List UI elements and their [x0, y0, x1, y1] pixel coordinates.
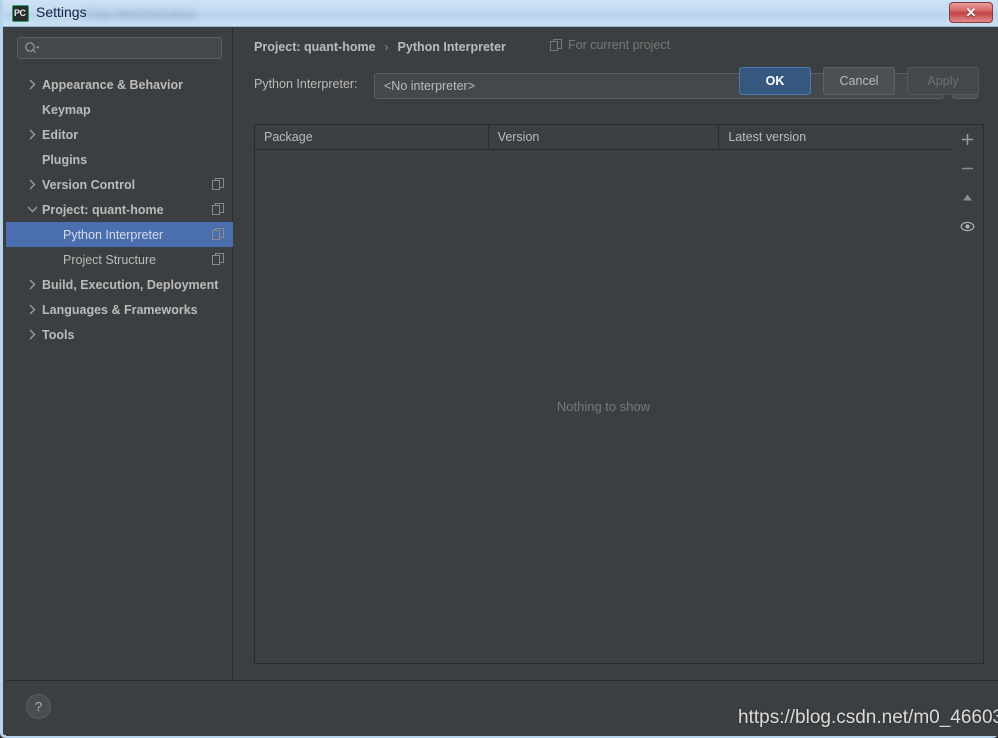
chevron-right-icon[interactable]: [26, 297, 38, 322]
column-header[interactable]: Package: [255, 125, 489, 149]
sidebar-item-label: Project: quant-home: [42, 202, 164, 217]
packages-table: Package Version Latest version Nothing to …: [254, 124, 984, 664]
arrow-up-icon: [963, 194, 972, 201]
upgrade-package-button[interactable]: [952, 183, 983, 212]
cancel-button[interactable]: Cancel: [823, 67, 895, 95]
module-badge-icon: [212, 228, 224, 240]
packages-table-header: Package Version Latest version: [255, 125, 952, 150]
module-badge-icon: [212, 253, 224, 265]
sidebar-item-version-control[interactable]: Version Control: [6, 172, 233, 197]
sidebar-item-plugins[interactable]: Plugins: [6, 147, 233, 172]
add-package-button[interactable]: [952, 125, 983, 154]
interpreter-label: Python Interpreter:: [254, 77, 358, 91]
chevron-right-icon[interactable]: [26, 172, 38, 197]
minus-icon: [962, 167, 973, 170]
sidebar-item-python-interpreter[interactable]: Python Interpreter: [6, 222, 233, 247]
interpreter-selected-value: <No interpreter>: [384, 79, 476, 93]
sidebar-item-appearance-behavior[interactable]: Appearance & Behavior: [6, 72, 233, 97]
pycharm-icon: PC: [12, 5, 29, 22]
sidebar-item-tools[interactable]: Tools: [6, 322, 233, 347]
module-scope-icon: [550, 39, 562, 51]
eye-icon: [960, 221, 975, 232]
plus-icon: [962, 134, 973, 145]
show-early-releases-button[interactable]: [952, 212, 983, 241]
sidebar-item-label: Project Structure: [63, 252, 157, 267]
sidebar-item-languages-frameworks[interactable]: Languages & Frameworks: [6, 297, 233, 322]
settings-dialog: PC Settings Chai Administration ✕ Appear…: [0, 0, 998, 738]
close-icon: ✕: [965, 5, 977, 20]
dialog-body: Appearance & Behavior Keymap Editor Plugins…: [6, 27, 998, 736]
module-badge-icon: [212, 203, 224, 215]
sidebar-item-editor[interactable]: Editor: [6, 122, 233, 147]
sidebar-item-build-execution-deployment[interactable]: Build, Execution, Deployment: [6, 272, 233, 297]
chevron-right-icon[interactable]: [26, 322, 38, 347]
window-titlebar: PC Settings Chai Administration ✕: [3, 0, 998, 27]
breadcrumb-separator-icon: ›: [384, 40, 389, 54]
chevron-right-icon[interactable]: [26, 72, 38, 97]
sidebar-item-label: Keymap: [42, 102, 91, 117]
settings-content: Project: quant-home › Python Interpreter…: [234, 27, 998, 680]
chevron-right-icon[interactable]: [26, 122, 38, 147]
sidebar-item-label: Editor: [42, 127, 79, 142]
dialog-footer: ?: [6, 680, 998, 736]
module-badge-icon: [212, 178, 224, 190]
sidebar-item-label: Appearance & Behavior: [42, 77, 184, 92]
sidebar-item-label: Build, Execution, Deployment: [42, 277, 219, 292]
breadcrumb: Project: quant-home › Python Interpreter: [254, 38, 506, 56]
scope-hint: For current project: [550, 38, 670, 52]
packages-table-main: Package Version Latest version Nothing to …: [255, 125, 953, 663]
sidebar-item-project-structure[interactable]: Project Structure: [6, 247, 233, 272]
remove-package-button[interactable]: [952, 154, 983, 183]
window-title: Settings: [36, 4, 87, 20]
column-header[interactable]: Latest version: [719, 125, 952, 149]
ok-button[interactable]: OK: [739, 67, 811, 95]
help-button[interactable]: ?: [26, 694, 51, 719]
packages-toolbar: [952, 125, 983, 663]
search-field-wrapper: [17, 37, 222, 59]
sidebar-item-label: Python Interpreter: [63, 227, 164, 242]
chevron-down-icon[interactable]: [26, 197, 38, 222]
window-title-blurred-suffix: Chai Administration: [85, 7, 196, 21]
close-window-button[interactable]: ✕: [949, 2, 993, 23]
sidebar-item-label: Plugins: [42, 152, 88, 167]
settings-sidebar: Appearance & Behavior Keymap Editor Plugins…: [6, 27, 233, 680]
column-header[interactable]: Version: [489, 125, 720, 149]
breadcrumb-parent[interactable]: Project: quant-home: [254, 40, 376, 54]
search-input[interactable]: [17, 37, 222, 59]
scope-hint-label: For current project: [568, 38, 671, 52]
sidebar-item-label: Version Control: [42, 177, 136, 192]
sidebar-item-label: Tools: [42, 327, 75, 342]
sidebar-item-keymap[interactable]: Keymap: [6, 97, 233, 122]
sidebar-item-project-quant-home[interactable]: Project: quant-home: [6, 197, 233, 222]
chevron-right-icon[interactable]: [26, 272, 38, 297]
apply-button: Apply: [907, 67, 979, 95]
breadcrumb-current: Python Interpreter: [397, 40, 506, 54]
settings-tree: Appearance & Behavior Keymap Editor Plugins…: [6, 72, 233, 347]
sidebar-item-label: Languages & Frameworks: [42, 302, 198, 317]
packages-empty-message: Nothing to show: [556, 398, 651, 414]
